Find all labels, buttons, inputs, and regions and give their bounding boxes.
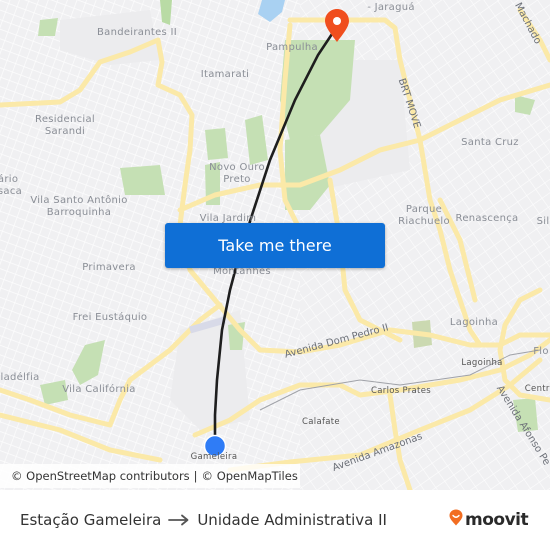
- station-label: Gameleira: [190, 452, 238, 462]
- take-me-there-button[interactable]: Take me there: [165, 223, 385, 268]
- place-label: Flo: [533, 346, 549, 357]
- destination-name: Unidade Administrativa II: [197, 511, 387, 529]
- place-label: Itamarati: [200, 69, 250, 80]
- origin-name: Estação Gameleira: [20, 511, 162, 529]
- place-label: ladélfia: [0, 372, 40, 383]
- arrow-right-icon: [168, 514, 190, 526]
- place-label: Novo Ouro Preto: [209, 162, 265, 185]
- station-label: Centra: [524, 384, 550, 394]
- place-label: Santa Cruz: [461, 137, 519, 148]
- place-label: Primavera: [82, 262, 136, 273]
- attribution-separator: |: [193, 469, 198, 483]
- map-attribution: © OpenStreetMap contributors | © OpenMap…: [0, 464, 300, 488]
- station-label: Calafate: [302, 417, 340, 427]
- osm-attribution-link[interactable]: © OpenStreetMap contributors: [11, 469, 190, 483]
- openmaptiles-attribution-link[interactable]: © OpenMapTiles: [202, 469, 298, 483]
- place-label: Sil: [536, 216, 550, 227]
- place-label: Lagoinha: [449, 317, 499, 328]
- place-label: Parque Riachuelo: [398, 204, 450, 227]
- station-label: Carlos Prates: [371, 386, 431, 396]
- place-label: Frei Eustáquio: [72, 312, 148, 323]
- place-label: - Jaraguá: [367, 2, 415, 13]
- place-label: ário saca: [0, 174, 23, 197]
- moovit-logo[interactable]: moovit: [449, 509, 529, 531]
- place-label: Vila Califórnia: [62, 384, 136, 395]
- map[interactable]: Bandeirantes II Pampulha - Jaraguá Itama…: [0, 0, 550, 490]
- place-label: Residencial Sarandi: [35, 114, 95, 137]
- place-label: Vila Santo Antônio Barroquinha: [30, 195, 128, 218]
- place-label: Bandeirantes II: [96, 27, 178, 38]
- place-label: Pampulha: [266, 42, 318, 53]
- place-label: Renascença: [455, 213, 519, 224]
- moovit-pin-icon: [449, 509, 463, 531]
- route-summary: Estação Gameleira Unidade Administrativa…: [20, 490, 387, 550]
- moovit-logo-text: moovit: [465, 510, 529, 530]
- footer: Estação Gameleira Unidade Administrativa…: [0, 490, 550, 550]
- station-label: Lagoinha: [461, 358, 503, 368]
